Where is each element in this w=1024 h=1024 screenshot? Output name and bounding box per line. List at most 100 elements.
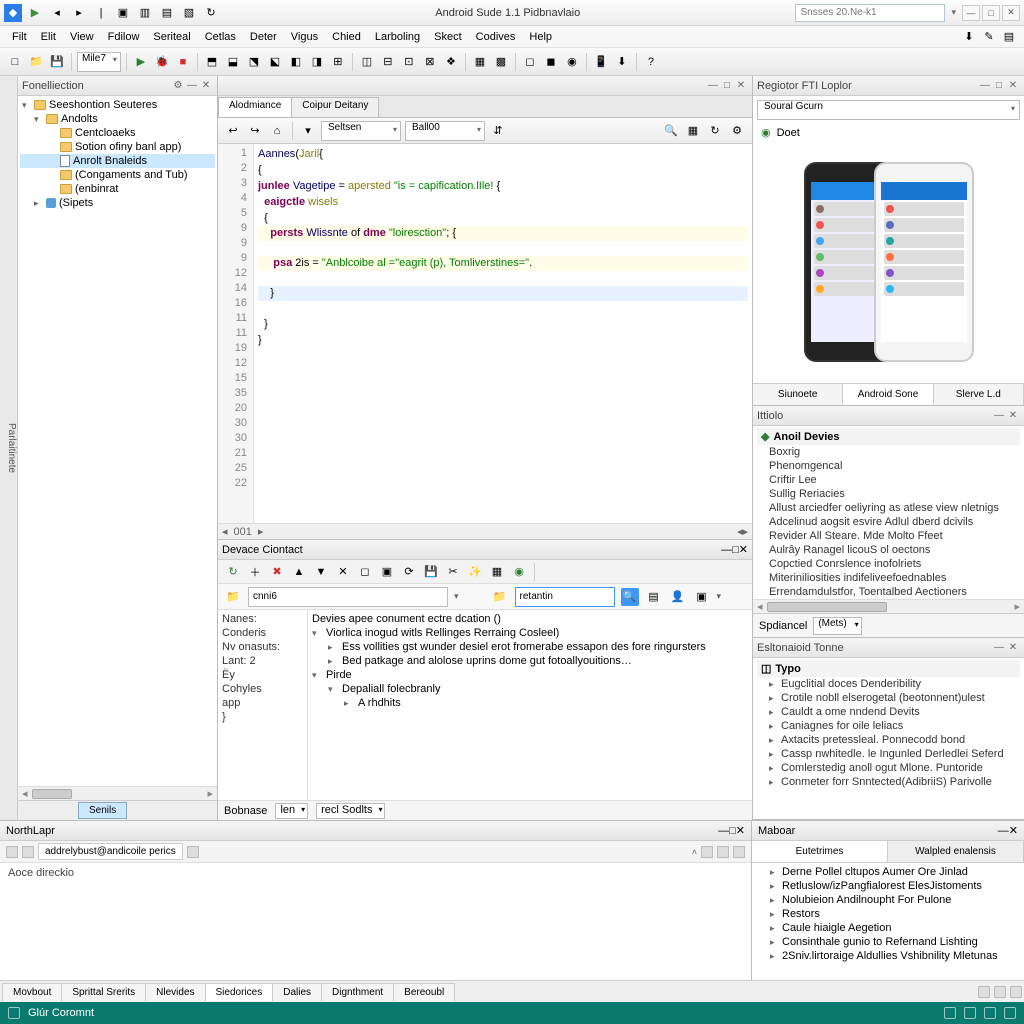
dp-sync-icon[interactable]: ⟳: [400, 563, 418, 581]
paste-icon[interactable]: ▧: [180, 4, 198, 22]
menu-deter[interactable]: Deter: [244, 29, 283, 45]
dp-icon[interactable]: ▣: [693, 588, 711, 606]
dp-search-go-icon[interactable]: 🔍: [621, 588, 639, 606]
nl-icon4[interactable]: [701, 846, 713, 858]
ed-back-icon[interactable]: ↩: [224, 122, 242, 140]
northlapr-body[interactable]: Aoce direckio: [0, 863, 751, 980]
dp-row[interactable]: ▸Bed patkage and alolose uprins dome gut…: [312, 654, 748, 668]
nl-min-icon[interactable]: —: [718, 825, 729, 837]
play-icon[interactable]: ◉: [761, 126, 771, 139]
forward-icon[interactable]: ▸: [70, 4, 88, 22]
tb-icon[interactable]: ◨: [308, 53, 326, 71]
back-icon[interactable]: ◂: [48, 4, 66, 22]
left-gutter[interactable]: Parlaitinete: [0, 76, 18, 820]
dp-del-icon[interactable]: ✖: [268, 563, 286, 581]
menu-help[interactable]: Help: [523, 29, 558, 45]
tb-icon[interactable]: ⬓: [224, 53, 242, 71]
project-hscroll[interactable]: ◂▸: [18, 786, 217, 800]
menu-follow[interactable]: Fdilow: [102, 29, 146, 45]
mb-min-icon[interactable]: —: [998, 825, 1009, 837]
todo-item[interactable]: Sullig Reriacies: [757, 487, 1020, 501]
mobar-item[interactable]: ▸Consinthale gunio to Refernand Lishting: [756, 935, 1020, 949]
status-sync-icon[interactable]: [964, 1007, 976, 1019]
dp-row[interactable]: ▾Pirde: [312, 668, 748, 682]
structure-item[interactable]: ▸Eugclitial doces Denderibility: [757, 677, 1020, 691]
todo-item[interactable]: Aulrây Ranagel licouS ol oectons: [757, 543, 1020, 557]
dp-x-icon[interactable]: ✕: [334, 563, 352, 581]
nl-icon2[interactable]: [22, 846, 34, 858]
tb-icon[interactable]: ❖: [442, 53, 460, 71]
st-min-icon[interactable]: —: [992, 642, 1006, 653]
tb-icon[interactable]: ◼: [542, 53, 560, 71]
footer-tab-3[interactable]: Siedorices: [205, 983, 274, 1001]
ed-min-icon[interactable]: —: [706, 80, 720, 91]
tb-icon[interactable]: ⬒: [203, 53, 221, 71]
footer-tab-0[interactable]: Movbout: [2, 983, 62, 1001]
editor-tab-1[interactable]: Coipur Deitany: [291, 97, 379, 117]
more-icon[interactable]: ▤: [1000, 28, 1018, 46]
menu-larboling[interactable]: Larboling: [369, 29, 426, 45]
minimize-button[interactable]: —: [962, 5, 980, 21]
todo-item[interactable]: Adcelinud aogsit esvire Adlul dberd dciv…: [757, 515, 1020, 529]
em-close-icon[interactable]: ✕: [1006, 80, 1020, 91]
tb-icon[interactable]: ⊞: [329, 53, 347, 71]
tb-icon[interactable]: ⬔: [245, 53, 263, 71]
structure-item[interactable]: ▸Crotile nobll elserogetal (beotonnent)u…: [757, 691, 1020, 705]
tb-save-icon[interactable]: 💾: [48, 53, 66, 71]
menu-cetlas[interactable]: Cetlas: [199, 29, 242, 45]
tb-icon[interactable]: ⬕: [266, 53, 284, 71]
mobar-item[interactable]: ▸Nolubieion Andilnoupht For Pulone: [756, 893, 1020, 907]
device-combo[interactable]: [248, 587, 448, 607]
panel-close-icon[interactable]: ✕: [199, 80, 213, 91]
chevron-down-icon[interactable]: ▾: [717, 591, 722, 602]
dp-close-icon[interactable]: ✕: [739, 543, 748, 556]
dp-max-icon[interactable]: □: [732, 544, 739, 556]
dp-row[interactable]: ▸Ess vollities gst wunder desiel erot fr…: [312, 640, 748, 654]
todo-item[interactable]: Revider All Steare. Mde Molto Ffeet: [757, 529, 1020, 543]
nl-max-icon[interactable]: □: [729, 825, 736, 837]
menu-skect[interactable]: Skect: [428, 29, 468, 45]
structure-list[interactable]: ◫ Typo ▸Eugclitial doces Denderibility▸C…: [753, 658, 1024, 819]
mobar-tab-1[interactable]: Walpled enalensis: [888, 841, 1024, 862]
todo-item[interactable]: Boxrig: [757, 445, 1020, 459]
copy-icon[interactable]: ▤: [158, 4, 176, 22]
tb-help-icon[interactable]: ?: [642, 53, 660, 71]
panel-min-icon[interactable]: —: [185, 80, 199, 91]
todo-item[interactable]: Copctied Conrslence inofolriets: [757, 557, 1020, 571]
device-search-input[interactable]: [515, 587, 615, 607]
download-icon[interactable]: ⬇: [960, 28, 978, 46]
td-min-icon[interactable]: —: [992, 410, 1006, 421]
mobar-item[interactable]: ▸2Sniv.lirtoraige Aldullies Vshibnility …: [756, 949, 1020, 963]
footer-tab-1[interactable]: Sprittal Srerits: [61, 983, 146, 1001]
tb-stop-icon[interactable]: ■: [174, 53, 192, 71]
ed-max-icon[interactable]: □: [720, 80, 734, 91]
dp-dn-icon[interactable]: ▼: [312, 563, 330, 581]
book-icon[interactable]: ▥: [136, 4, 154, 22]
mobar-list[interactable]: ▸Derne Pollel cltupos Aumer Ore Jinlad▸R…: [752, 863, 1024, 980]
menu-seriteal[interactable]: Seriteal: [147, 29, 196, 45]
todo-item[interactable]: Allust arciedfer oeliyring as atlese vie…: [757, 501, 1020, 515]
code-area[interactable]: Aannes(Jaril{ { junlee Vagetipe = aperst…: [254, 144, 752, 523]
save-icon[interactable]: ▣: [114, 4, 132, 22]
ed-conf-icon[interactable]: ▾: [299, 122, 317, 140]
ed-find-icon[interactable]: 🔍: [662, 122, 680, 140]
dp-wand-icon[interactable]: ✨: [466, 563, 484, 581]
nl-close-icon[interactable]: ✕: [736, 824, 745, 837]
menu-codives[interactable]: Codives: [470, 29, 522, 45]
tb-icon[interactable]: ▩: [492, 53, 510, 71]
editor-combo-1[interactable]: Seltsen: [321, 121, 401, 141]
tb-sdk-icon[interactable]: ⬇: [613, 53, 631, 71]
tb-open-icon[interactable]: 📁: [27, 53, 45, 71]
tb-icon[interactable]: ◉: [563, 53, 581, 71]
td-close-icon[interactable]: ✕: [1006, 410, 1020, 421]
dp-row[interactable]: ▾Depaliall folecbranly: [312, 682, 748, 696]
em-min-icon[interactable]: —: [978, 80, 992, 91]
mobar-item[interactable]: ▸Caule hiaigle Aegetion: [756, 921, 1020, 935]
dp-add-icon[interactable]: ＋: [246, 563, 264, 581]
config-combo[interactable]: Mile7: [77, 52, 121, 72]
todo-list[interactable]: ◆ Anoil Devies BoxrigPhenomgencalCriftir…: [753, 426, 1024, 599]
panel-gear-icon[interactable]: ⚙: [171, 80, 185, 91]
dp-folder2-icon[interactable]: 📁: [491, 588, 509, 606]
menu-edit[interactable]: Elit: [35, 29, 62, 45]
nl-icon1[interactable]: [6, 846, 18, 858]
